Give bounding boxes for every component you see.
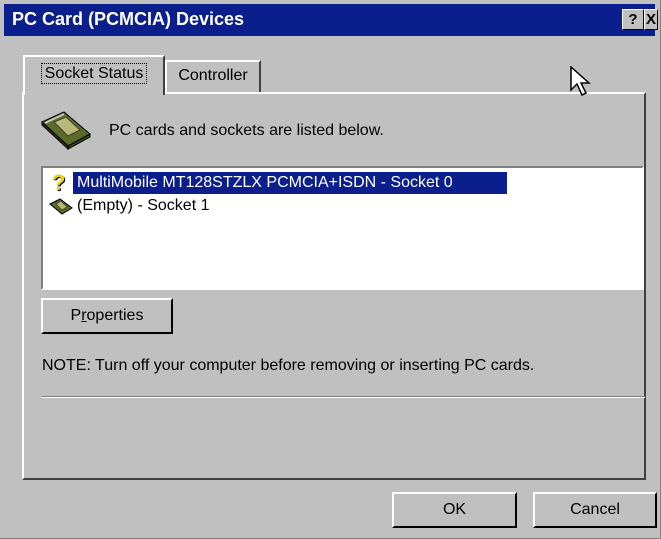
- properties-button[interactable]: Properties: [41, 298, 173, 334]
- svg-text:?: ?: [52, 173, 65, 193]
- intro-text: PC cards and sockets are listed below.: [109, 122, 384, 139]
- list-item-label: MultiMobile MT128STZLX PCMCIA+ISDN - Soc…: [77, 174, 453, 191]
- tab-panel: PC cards and sockets are listed below. ?…: [22, 92, 646, 480]
- title-bar[interactable]: PC Card (PCMCIA) Devices ? X: [4, 4, 658, 36]
- dialog-window: PC Card (PCMCIA) Devices ? X Socket Stat…: [0, 0, 661, 539]
- properties-label-post: operties: [86, 307, 144, 324]
- window-title: PC Card (PCMCIA) Devices: [12, 9, 245, 29]
- pc-card-icon: [41, 111, 91, 150]
- cancel-button[interactable]: Cancel: [533, 492, 657, 528]
- pc-card-icon: [49, 198, 73, 215]
- list-item[interactable]: (Empty) - Socket 1: [47, 195, 635, 217]
- divider: [42, 396, 645, 398]
- tab-controller-label: Controller: [178, 67, 248, 84]
- device-list[interactable]: ? ? MultiMobile MT128STZLX PCMCIA+ISDN -…: [41, 166, 644, 290]
- list-item[interactable]: ? ? MultiMobile MT128STZLX PCMCIA+ISDN -…: [47, 172, 635, 194]
- list-item-label: (Empty) - Socket 1: [77, 197, 210, 214]
- help-button[interactable]: ?: [622, 9, 644, 30]
- tab-socket-status[interactable]: Socket Status: [23, 55, 165, 95]
- mouse-pointer-icon: [570, 66, 591, 97]
- tab-socket-status-label: Socket Status: [40, 63, 148, 84]
- properties-label-pre: P: [70, 307, 82, 324]
- tab-controller[interactable]: Controller: [165, 60, 261, 92]
- close-button[interactable]: X: [644, 9, 658, 30]
- ok-button[interactable]: OK: [392, 492, 517, 528]
- question-mark-icon: ? ?: [52, 173, 66, 193]
- note-text: NOTE: Turn off your computer before remo…: [42, 357, 535, 374]
